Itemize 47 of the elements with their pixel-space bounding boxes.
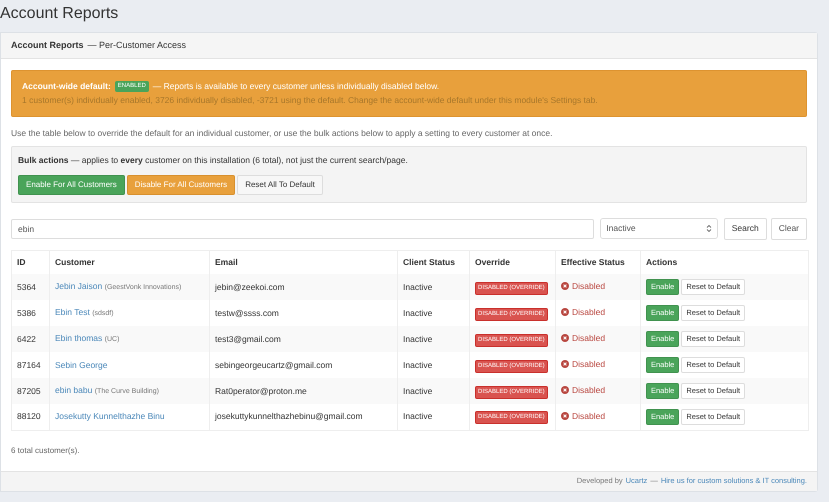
customer-id: 87205: [17, 386, 41, 396]
client-status: Inactive: [403, 386, 432, 396]
client-status: Inactive: [403, 282, 432, 292]
effective-status: Disabled: [572, 410, 606, 422]
alert-text: — Reports is available to every customer unless individually disabled below.: [152, 80, 440, 92]
bulk-actions-text: Bulk actions — applies to every customer on this installation (6 total), not just the current search/page.: [18, 154, 409, 166]
customer-link[interactable]: ebin babu: [55, 385, 92, 396]
customer-email: josekuttykunnelthazhebinu@gmail.com: [215, 411, 363, 422]
intro-text: Use the table below to override the default for an individual customer, or use the bulk actions below to apply a setting to every customer at once.: [11, 127, 554, 140]
status-filter-dropdown[interactable]: Inactive: [600, 218, 718, 239]
customer-id: 6422: [17, 334, 36, 344]
effective-status: Disabled: [572, 384, 606, 397]
customer-email: sebingeorgeucartz@gmail.com: [215, 360, 332, 370]
customer-id: 5386: [17, 308, 36, 318]
effective-status: Disabled: [572, 280, 606, 293]
page-title: Account Reports: [0, 4, 120, 24]
client-status: Inactive: [403, 308, 432, 318]
search-field[interactable]: ebin: [11, 218, 594, 238]
customer-link[interactable]: Ebin Test: [55, 307, 90, 318]
alert-detail: 1 customer(s) individually enabled, 3726 individually disabled, -3721 using the default. Change the account-wide default under this module's Settings tab.: [22, 94, 599, 107]
search-action-button[interactable]: Clear: [770, 218, 807, 240]
customer-id: 88120: [17, 411, 41, 422]
customer-email: test3@gmail.com: [215, 334, 281, 344]
panel-title: Account Reports: [11, 38, 84, 52]
customer-id: 87164: [17, 360, 41, 370]
customer-link[interactable]: Jebin Jaison: [55, 281, 102, 292]
effective-status: Disabled: [572, 358, 606, 371]
bulk-action-button[interactable]: Reset All To Default: [237, 174, 323, 194]
chevron-updown-icon: [706, 224, 712, 233]
search-action-button[interactable]: Search: [724, 218, 767, 240]
bulk-action-button[interactable]: Disable For All Customers: [126, 174, 236, 194]
customer-link[interactable]: Ebin thomas: [55, 333, 102, 344]
panel-subtitle: — Per-Customer Access: [88, 38, 186, 52]
bulk-action-button[interactable]: Enable For All Customers: [18, 174, 125, 194]
customer-email: jebin@zeekoi.com: [215, 282, 285, 292]
alert-label: Account-wide default:: [22, 80, 111, 92]
client-status: Inactive: [403, 334, 432, 344]
customer-link[interactable]: Sebin George: [55, 360, 108, 370]
customer-link[interactable]: Josekutty Kunnelthazhe Binu: [55, 411, 165, 422]
customer-id: 5364: [17, 282, 36, 292]
total-count: 6 total customer(s).: [11, 444, 80, 457]
effective-status: Disabled: [572, 332, 606, 345]
effective-status: Disabled: [572, 306, 606, 319]
client-status: Inactive: [403, 360, 432, 370]
customer-email: testw@ssss.com: [215, 308, 279, 318]
customer-email: Rat0perator@proton.me: [215, 386, 307, 396]
client-status: Inactive: [403, 411, 432, 422]
